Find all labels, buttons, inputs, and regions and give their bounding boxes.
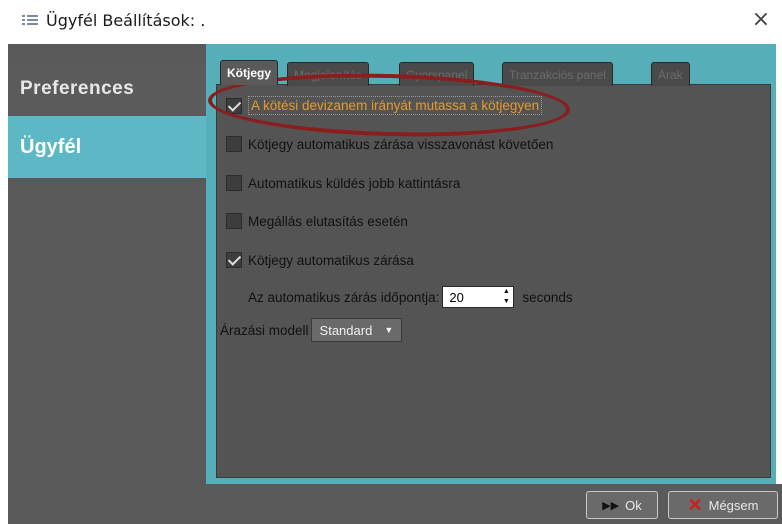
- pricing-model-label: Árazási modell: [220, 322, 309, 338]
- option-row[interactable]: Automatikus küldés jobb kattintásra: [226, 175, 460, 191]
- pricing-model-row: Árazási modell Standard ▼: [220, 318, 403, 342]
- auto-close-time-label: Az automatikus zárás időpontja:: [248, 289, 440, 305]
- tab-label: Kötjegy: [227, 66, 272, 80]
- spinner-buttons[interactable]: ▲ ▼: [499, 287, 513, 307]
- cancel-button[interactable]: ✕ Mégsem: [668, 491, 778, 519]
- option-row[interactable]: A kötési devizanem irányát mutassa a köt…: [226, 96, 543, 115]
- title-bar: Ügyfél Beállítások: . ×: [0, 0, 782, 44]
- cancel-button-label: Mégsem: [708, 497, 759, 513]
- sidebar-item-label: Preferences: [20, 78, 135, 99]
- checkbox[interactable]: [226, 97, 242, 114]
- spinner-down-icon[interactable]: ▼: [499, 297, 513, 307]
- tab-kotjegy[interactable]: Kötjegy: [220, 60, 279, 85]
- sidebar-item-preferences[interactable]: Preferences: [8, 64, 206, 114]
- close-icon: ×: [751, 7, 771, 32]
- dropdown-value: Standard: [319, 322, 373, 338]
- sidebar-item-label: Ügyfél: [20, 135, 82, 158]
- auto-close-time-row: Az automatikus zárás időpontja: 20 ▲ ▼ s…: [248, 286, 573, 308]
- option-label: Megállás elutasítás esetén: [248, 213, 408, 229]
- sidebar: Preferences Ügyfél: [8, 44, 206, 484]
- checkbox[interactable]: [226, 213, 242, 229]
- option-label: Kötjegy automatikus zárása visszavonást …: [248, 136, 554, 152]
- seconds-label: seconds: [522, 289, 573, 305]
- checkbox[interactable]: [226, 136, 242, 152]
- app-icon: [22, 15, 38, 25]
- tab-tranzakcios-panel[interactable]: Tranzakciós panel: [502, 62, 613, 86]
- bottom-bar: [8, 484, 782, 524]
- option-row[interactable]: Kötjegy automatikus zárása: [226, 252, 414, 268]
- red-x-icon: ✕: [687, 494, 703, 515]
- option-label: Kötjegy automatikus zárása: [248, 252, 414, 268]
- checkbox[interactable]: [226, 175, 242, 191]
- dialog-window: Ügyfél Beállítások: . × Preferences Ügyf…: [0, 0, 782, 524]
- checkbox[interactable]: [226, 252, 242, 268]
- pricing-model-dropdown[interactable]: Standard ▼: [310, 318, 403, 342]
- tab-label: Tranzakciós panel: [509, 68, 606, 82]
- chevron-down-icon: ▼: [384, 325, 394, 335]
- tab-megjelenites[interactable]: Megjelenítés: [287, 62, 370, 86]
- fast-forward-icon: ▶▶: [602, 499, 620, 512]
- close-button[interactable]: ×: [748, 6, 774, 34]
- option-label: A kötési devizanem irányát mutassa a köt…: [248, 96, 543, 115]
- spinner-up-icon[interactable]: ▲: [499, 287, 513, 297]
- spinner-value: 20: [449, 290, 464, 305]
- ok-button[interactable]: ▶▶ Ok: [586, 491, 658, 519]
- option-row[interactable]: Megállás elutasítás esetén: [226, 213, 408, 229]
- tab-arak[interactable]: Árak: [651, 62, 690, 86]
- window-title: Ügyfél Beállítások: .: [46, 11, 206, 30]
- tab-label: Gyorspanel: [406, 68, 468, 82]
- tab-label: Megjelenítés: [294, 68, 363, 82]
- option-label: Automatikus küldés jobb kattintásra: [248, 175, 461, 191]
- ok-button-label: Ok: [625, 497, 642, 513]
- sidebar-item-ugyfel[interactable]: Ügyfél: [8, 116, 206, 178]
- tab-gyorspanel[interactable]: Gyorspanel: [399, 62, 475, 86]
- option-row[interactable]: Kötjegy automatikus zárása visszavonást …: [226, 136, 553, 152]
- auto-close-time-spinner[interactable]: 20 ▲ ▼: [442, 286, 515, 308]
- tab-label: Árak: [658, 68, 683, 82]
